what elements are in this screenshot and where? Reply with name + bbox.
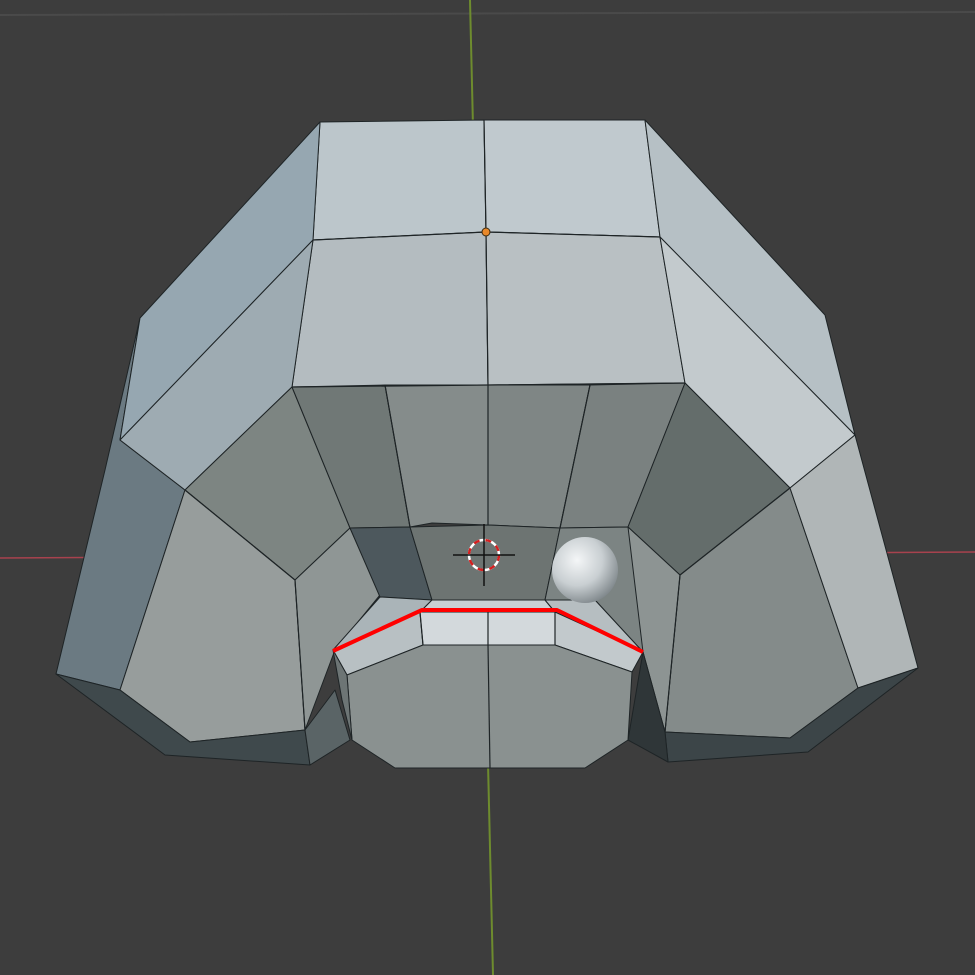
mesh-top-left-face [312,119,487,241]
object-origin-dot[interactable] [481,227,491,237]
mesh-cavity-center [409,524,561,601]
mesh-upper-left-face [291,231,489,388]
sphere-object[interactable] [552,537,618,603]
mesh-top-right-face [483,119,661,238]
viewport-grid [0,11,975,16]
mesh-upper-right-face [485,231,686,386]
3d-viewport[interactable] [0,0,975,975]
mesh-object[interactable] [55,119,919,769]
